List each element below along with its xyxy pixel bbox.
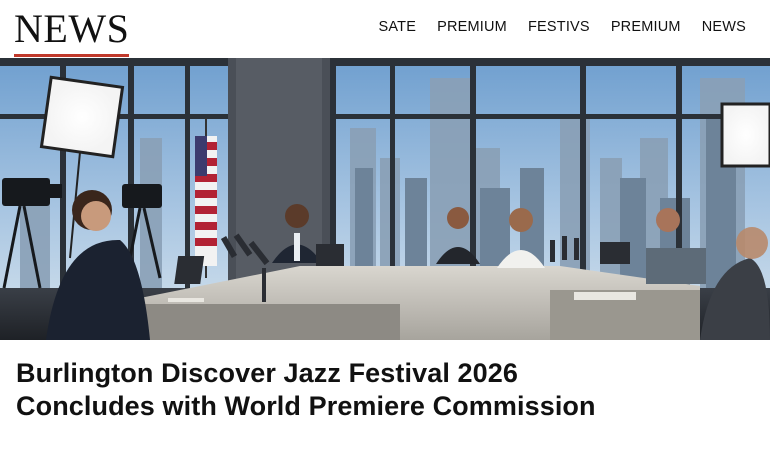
headline-line-1: Burlington Discover Jazz Festival 2026 — [16, 358, 518, 388]
nav-item-festivs[interactable]: FESTIVS — [528, 19, 590, 35]
site-header: NEWS SATE PREMIUM FESTIVS PREMIUM NEWS — [0, 0, 770, 58]
main-nav: SATE PREMIUM FESTIVS PREMIUM NEWS — [378, 19, 746, 35]
site-logo[interactable]: NEWS — [14, 8, 129, 50]
nav-item-news[interactable]: NEWS — [702, 19, 746, 35]
nav-item-premium-2[interactable]: PREMIUM — [611, 19, 681, 35]
article-headline[interactable]: Burlington Discover Jazz Festival 2026 C… — [16, 357, 756, 423]
nav-item-sate[interactable]: SATE — [378, 19, 416, 35]
nav-item-premium[interactable]: PREMIUM — [437, 19, 507, 35]
hero-illustration — [0, 58, 770, 340]
hero-image[interactable] — [0, 58, 770, 340]
headline-line-2: Concludes with World Premiere Commission — [16, 391, 596, 421]
logo-underline — [14, 54, 129, 57]
